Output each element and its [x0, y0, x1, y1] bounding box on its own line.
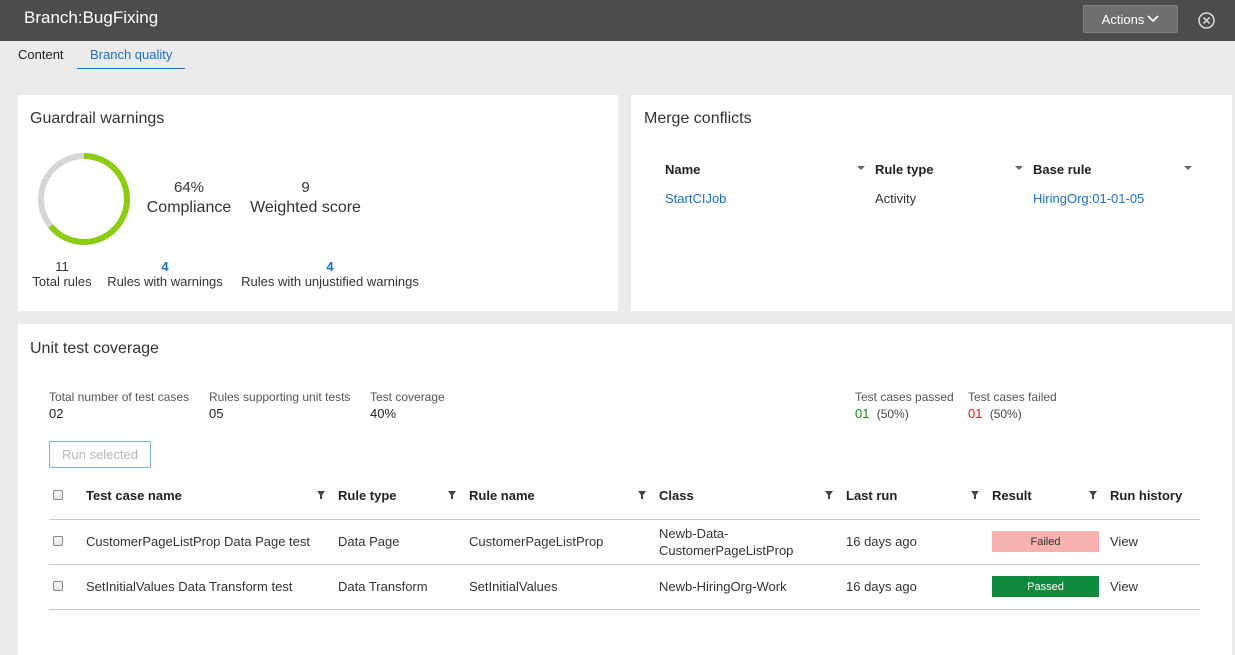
table-divider — [49, 564, 1200, 565]
test-case-name-link[interactable]: CustomerPageListProp Data Page test — [86, 534, 310, 549]
column-header-last-run[interactable]: Last run — [846, 488, 897, 503]
class-link[interactable]: Newb-HiringOrg-Work — [659, 579, 787, 594]
close-icon[interactable] — [1197, 11, 1216, 30]
compliance-metric: 64% Compliance — [143, 179, 235, 217]
tab-bar: Content Branch quality — [5, 41, 1235, 71]
class-link[interactable]: Newb-Data- CustomerPageListProp — [659, 525, 793, 559]
last-run-cell: 16 days ago — [846, 579, 917, 594]
test-coverage-summary: Test coverage 40% — [370, 390, 445, 421]
total-rules-value: 11 — [55, 259, 69, 274]
column-header-rule-type[interactable]: Rule type — [338, 488, 397, 503]
test-cases-passed-summary: Test cases passed 01 (50%) — [855, 390, 954, 421]
rules-supporting-label: Rules supporting unit tests — [209, 390, 351, 404]
unjustified-warnings-label: Rules with unjustified warnings — [241, 274, 419, 289]
weighted-score-label: Weighted score — [250, 199, 361, 216]
table-divider — [49, 519, 1200, 520]
run-history-view-link[interactable]: View — [1110, 534, 1138, 549]
failed-percent: (50%) — [989, 407, 1022, 421]
unit-test-title: Unit test coverage — [30, 340, 159, 357]
compliance-value: 64% — [173, 179, 205, 196]
conflict-name-link[interactable]: StartCIJob — [665, 191, 726, 206]
merge-conflicts-title: Merge conflicts — [644, 110, 752, 127]
total-rules-stat: 11 Total rules — [24, 259, 100, 289]
test-coverage-value: 40% — [370, 406, 397, 421]
class-line-2: CustomerPageListProp — [659, 543, 794, 558]
total-test-cases-value: 02 — [49, 406, 64, 421]
guardrail-title: Guardrail warnings — [30, 110, 165, 127]
unit-test-coverage-panel: Unit test coverage Total number of test … — [18, 324, 1232, 655]
filter-icon[interactable] — [1089, 491, 1097, 499]
test-cases-passed-label: Test cases passed — [855, 390, 954, 404]
sort-caret-icon[interactable] — [857, 166, 865, 170]
row-checkbox[interactable] — [53, 536, 63, 546]
total-test-cases-label: Total number of test cases — [49, 390, 190, 404]
unjustified-warnings-link[interactable]: 4 — [235, 259, 425, 274]
passed-percent: (50%) — [876, 407, 909, 421]
header-bar: Branch:BugFixing Actions — [0, 0, 1235, 41]
rule-name-link[interactable]: CustomerPageListProp — [469, 534, 603, 549]
rules-with-warnings-label: Rules with warnings — [107, 274, 223, 289]
sort-caret-icon[interactable] — [1015, 166, 1023, 170]
tab-branch-quality[interactable]: Branch quality — [77, 47, 186, 69]
conflict-rule-type: Activity — [875, 191, 917, 206]
rules-supporting-summary: Rules supporting unit tests 05 — [209, 390, 350, 421]
compliance-donut — [38, 153, 130, 245]
column-header-result[interactable]: Result — [992, 488, 1032, 503]
filter-icon[interactable] — [971, 491, 979, 499]
test-case-name-link[interactable]: SetInitialValues Data Transform test — [86, 579, 292, 594]
column-header-test-case-name[interactable]: Test case name — [86, 488, 182, 503]
passed-count: 01 — [855, 406, 870, 421]
result-badge-failed: Failed — [992, 531, 1099, 552]
weighted-score-metric: 9 Weighted score — [243, 179, 368, 217]
rules-supporting-value: 05 — [209, 406, 224, 421]
conflict-base-rule-link[interactable]: HiringOrg:01-01-05 — [1033, 191, 1144, 206]
column-header-class[interactable]: Class — [659, 488, 694, 503]
failed-count: 01 — [968, 406, 983, 421]
merge-conflicts-panel: Merge conflicts Name Rule type Base rule… — [631, 95, 1232, 311]
test-cases-failed-summary: Test cases failed 01 (50%) — [968, 390, 1057, 421]
rules-with-warnings-stat: 4 Rules with warnings — [104, 259, 226, 289]
tab-content[interactable]: Content — [18, 47, 64, 68]
actions-button[interactable]: Actions — [1083, 5, 1178, 33]
column-header-base-rule[interactable]: Base rule — [1033, 162, 1092, 177]
test-coverage-label: Test coverage — [370, 390, 445, 404]
column-header-name[interactable]: Name — [665, 162, 700, 177]
rule-type-cell: Data Transform — [338, 579, 428, 594]
select-all-checkbox[interactable] — [53, 490, 63, 500]
sort-caret-icon[interactable] — [1184, 166, 1192, 170]
chevron-down-icon — [1147, 15, 1159, 23]
rule-type-cell: Data Page — [338, 534, 400, 549]
filter-icon[interactable] — [317, 491, 325, 499]
row-checkbox[interactable] — [53, 581, 63, 591]
total-test-cases-summary: Total number of test cases 02 — [49, 390, 189, 421]
last-run-cell: 16 days ago — [846, 534, 917, 549]
weighted-score-value: 9 — [301, 179, 310, 196]
left-splitter[interactable] — [0, 41, 5, 655]
actions-label: Actions — [1101, 11, 1145, 27]
class-line-1: Newb-Data- — [659, 526, 729, 541]
table-divider — [49, 609, 1200, 610]
column-header-rule-type[interactable]: Rule type — [875, 162, 934, 177]
column-header-run-history[interactable]: Run history — [1110, 488, 1182, 503]
unjustified-warnings-stat: 4 Rules with unjustified warnings — [235, 259, 425, 289]
filter-icon[interactable] — [638, 491, 646, 499]
page-title: Branch:BugFixing — [24, 8, 159, 27]
filter-icon[interactable] — [448, 491, 456, 499]
filter-icon[interactable] — [825, 491, 833, 499]
result-badge-passed: Passed — [992, 576, 1099, 597]
rule-name-link[interactable]: SetInitialValues — [469, 579, 558, 594]
run-history-view-link[interactable]: View — [1110, 579, 1138, 594]
rules-with-warnings-link[interactable]: 4 — [104, 259, 226, 274]
guardrail-warnings-panel: Guardrail warnings 64% Compliance 9 Weig… — [18, 95, 618, 311]
total-rules-label: Total rules — [32, 274, 92, 289]
run-selected-button[interactable]: Run selected — [49, 441, 151, 468]
test-cases-failed-label: Test cases failed — [968, 390, 1057, 404]
column-header-rule-name[interactable]: Rule name — [469, 488, 535, 503]
compliance-label: Compliance — [146, 199, 232, 216]
